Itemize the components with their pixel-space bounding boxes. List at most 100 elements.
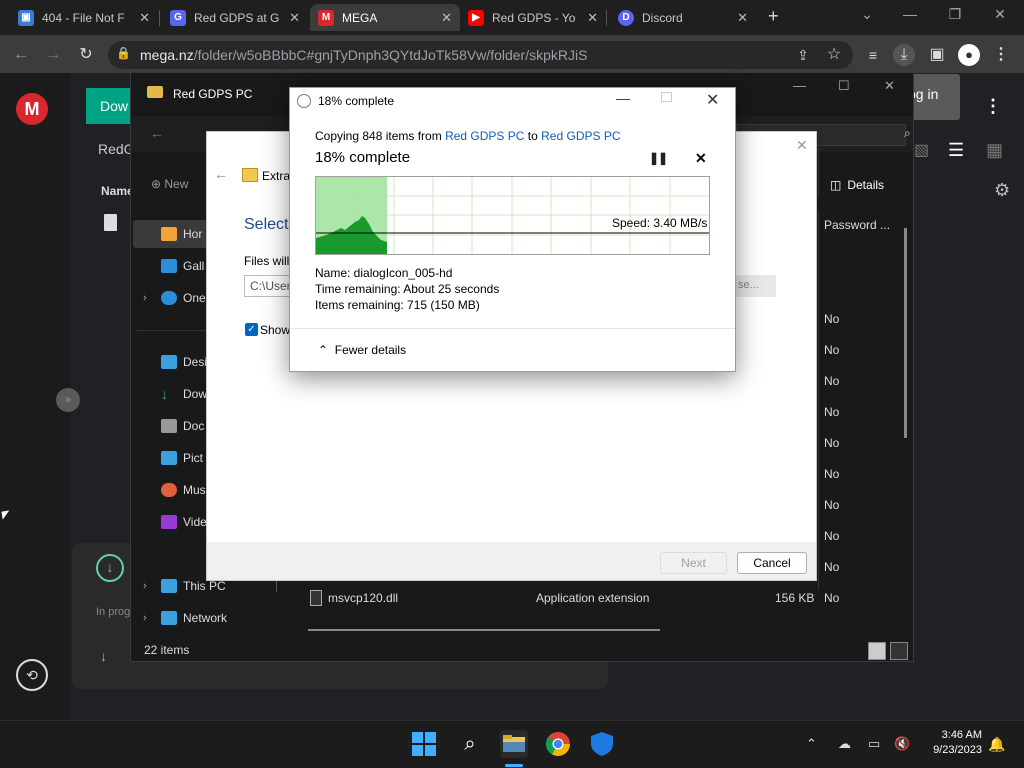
extract-title: Extra: [262, 169, 291, 183]
back-icon[interactable]: ←: [214, 166, 228, 182]
tiles-view-icon[interactable]: [890, 642, 908, 660]
source-link[interactable]: Red GDPS PC: [445, 129, 524, 143]
details-label: Details: [847, 178, 885, 192]
transfer-manager-icon[interactable]: ⟲: [16, 659, 48, 691]
password-value: No: [824, 529, 840, 543]
chevron-right-icon[interactable]: ›: [143, 612, 147, 624]
lock-icon[interactable]: 🔒: [116, 46, 131, 60]
show-files-checkbox[interactable]: ✓: [245, 323, 258, 336]
tab-discord[interactable]: D Discord ✕: [610, 4, 756, 31]
details-button[interactable]: ◫ Details: [830, 178, 884, 192]
onedrive-cloud-icon[interactable]: ☁: [838, 736, 851, 752]
tab-youtube[interactable]: ▶ Red GDPS - Yo ✕: [460, 4, 606, 31]
new-tab-button[interactable]: +: [768, 6, 779, 27]
chevron-right-icon[interactable]: ›: [143, 292, 147, 304]
browse-button[interactable]: se...: [736, 275, 776, 297]
column-divider: [818, 148, 819, 198]
nav-item-documents[interactable]: Doc: [137, 415, 204, 437]
nav-item-pictures[interactable]: Pict: [137, 447, 203, 469]
plus-circle-icon: ⊕: [151, 177, 165, 191]
minimize-icon[interactable]: —: [898, 6, 922, 26]
mega-download-button[interactable]: Dow: [86, 88, 132, 124]
bookmark-star-icon[interactable]: ☆: [823, 44, 845, 66]
reload-icon[interactable]: ↻: [75, 44, 97, 66]
settings-gear-icon[interactable]: ⚙: [994, 180, 1010, 201]
cancel-copy-icon[interactable]: ✕: [695, 150, 707, 167]
nav-item-home[interactable]: Hor: [137, 223, 202, 245]
sidebar-toggle-icon[interactable]: »: [56, 388, 80, 412]
chevron-up-icon[interactable]: ⌃: [806, 736, 817, 752]
close-icon[interactable]: ✕: [884, 78, 895, 94]
next-button[interactable]: Next: [660, 552, 727, 574]
minimize-icon[interactable]: —: [793, 78, 806, 93]
details-view-icon[interactable]: [868, 642, 886, 660]
cancel-button[interactable]: Cancel: [737, 552, 807, 574]
password-value: No: [824, 312, 840, 326]
extract-path-input[interactable]: C:\User: [244, 275, 292, 297]
tab-404[interactable]: ▣ 404 - File Not F ✕: [10, 4, 158, 31]
side-panel-icon[interactable]: ▣: [926, 44, 948, 66]
profile-avatar-icon[interactable]: ●: [958, 44, 980, 66]
share-icon[interactable]: ⇪: [792, 44, 814, 66]
thumbnail-view-icon[interactable]: ▧: [914, 140, 929, 160]
search-icon[interactable]: ⌕: [456, 730, 484, 758]
new-button[interactable]: ⊕ New: [151, 177, 188, 191]
maximize-icon[interactable]: ☐: [838, 78, 850, 94]
file-name[interactable]: msvcp120.dll: [328, 591, 398, 605]
file-explorer-icon[interactable]: [500, 730, 528, 758]
password-value: No: [824, 498, 840, 512]
close-icon[interactable]: ✕: [139, 10, 150, 26]
tab-red-gdps-g[interactable]: G Red GDPS at G ✕: [162, 4, 308, 31]
restore-icon[interactable]: ❐: [943, 6, 967, 26]
media-control-icon[interactable]: ≡: [862, 44, 884, 66]
close-icon[interactable]: ✕: [796, 137, 808, 154]
extract-heading: Select: [244, 216, 289, 233]
forward-icon[interactable]: →: [42, 44, 64, 66]
nav-item-videos[interactable]: Vide: [137, 511, 207, 533]
close-icon[interactable]: ✕: [737, 10, 748, 26]
mega-menu-icon[interactable]: ⋮: [984, 96, 1002, 117]
url-text[interactable]: mega.nz/folder/w5oBBbbC#gnjTyDnph3QYtdJo…: [140, 47, 587, 63]
nav-item-gallery[interactable]: Gall: [137, 255, 204, 277]
close-icon[interactable]: ✕: [289, 10, 300, 26]
nav-item-onedrive[interactable]: › One: [137, 287, 206, 309]
chrome-icon[interactable]: [544, 730, 572, 758]
fewer-details-button[interactable]: ⌃ Fewer details: [318, 343, 406, 357]
close-icon[interactable]: ✕: [587, 10, 598, 26]
vertical-scrollbar[interactable]: [904, 228, 907, 438]
destination-link[interactable]: Red GDPS PC: [541, 129, 620, 143]
tab-mega[interactable]: M MEGA ✕: [310, 4, 460, 31]
back-icon[interactable]: ←: [10, 44, 32, 66]
back-icon[interactable]: ←: [150, 125, 164, 141]
percent-complete: 18% complete: [315, 149, 411, 166]
close-icon[interactable]: ✕: [706, 90, 719, 110]
display-icon[interactable]: ▭: [868, 736, 880, 752]
pause-icon[interactable]: ❚❚: [649, 151, 668, 165]
nav-item-downloads[interactable]: ↓ Dow: [137, 383, 207, 405]
search-icon[interactable]: ⌕: [904, 126, 911, 141]
windows-security-icon[interactable]: [588, 730, 616, 758]
start-windows-icon[interactable]: [410, 730, 438, 758]
horizontal-scrollbar[interactable]: [308, 629, 660, 631]
notification-bell-icon[interactable]: 🔔: [988, 736, 1005, 753]
minimize-icon[interactable]: —: [616, 90, 630, 106]
nav-item-music[interactable]: Mus: [137, 479, 206, 501]
password-column-header[interactable]: Password ...: [824, 218, 890, 232]
download-circle-icon[interactable]: ↓: [96, 554, 124, 582]
mega-logo-icon[interactable]: M: [16, 93, 48, 125]
download-icon[interactable]: ⤓: [893, 44, 915, 66]
close-window-icon[interactable]: ✕: [988, 6, 1012, 26]
gallery-icon: [161, 259, 177, 273]
mega-name-header[interactable]: Name: [101, 184, 134, 198]
menu-kebab-icon[interactable]: ⋮: [990, 44, 1012, 66]
nav-item-desktop[interactable]: Desi: [137, 351, 207, 373]
nav-item-network[interactable]: › Network: [137, 607, 227, 629]
clock-date[interactable]: 9/23/2023: [922, 744, 982, 756]
volume-mute-icon[interactable]: 🔇: [894, 736, 910, 752]
tab-search-chevron-icon[interactable]: ⌄: [855, 6, 879, 26]
chevron-right-icon[interactable]: ›: [143, 580, 147, 592]
list-view-icon[interactable]: ☰: [948, 140, 964, 161]
clock-time[interactable]: 3:46 AM: [922, 729, 982, 741]
grid-view-icon[interactable]: ▦: [986, 140, 1003, 161]
close-icon[interactable]: ✕: [441, 10, 452, 26]
